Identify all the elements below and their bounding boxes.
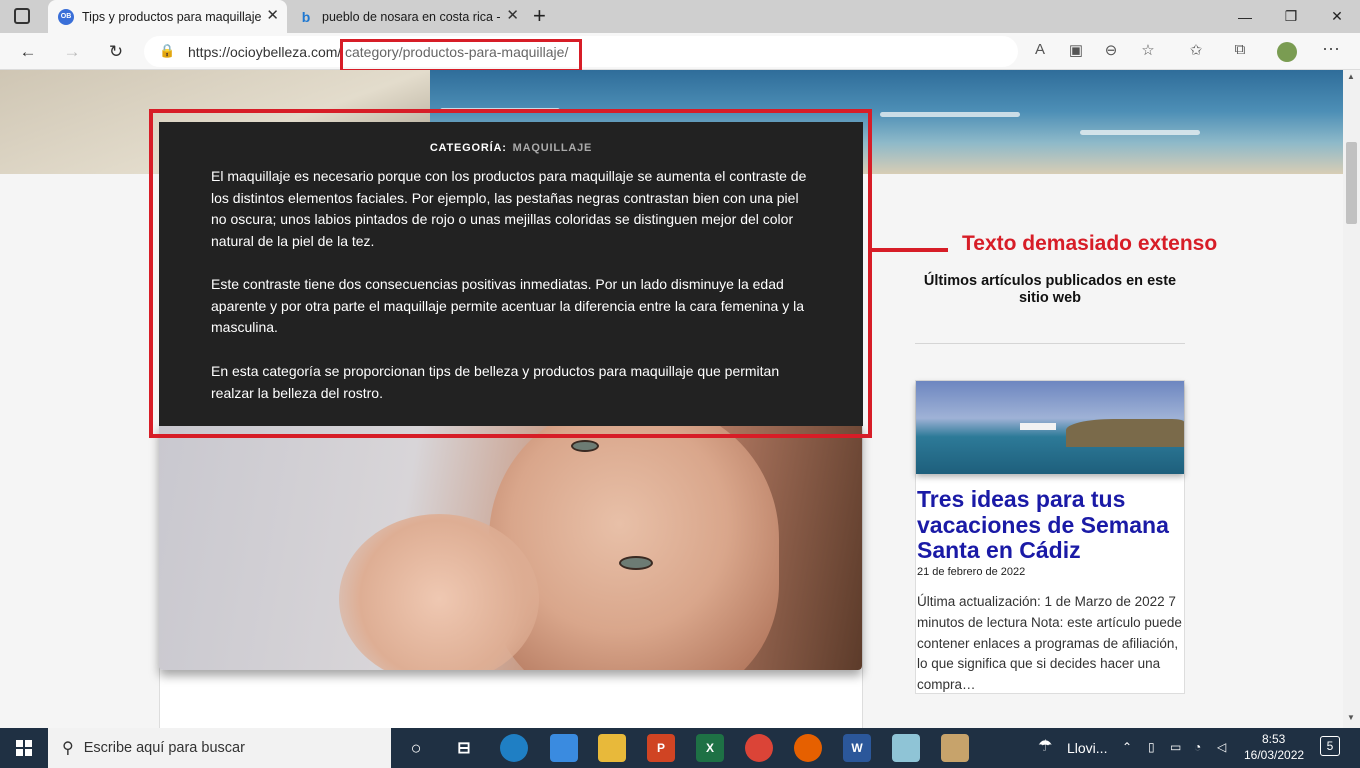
- paint-icon[interactable]: [941, 734, 969, 762]
- battery-icon[interactable]: ▭: [1170, 740, 1181, 754]
- add-favorite-icon[interactable]: ☆: [1135, 41, 1161, 59]
- annotation-highlight-box: [149, 109, 872, 438]
- weather-icon[interactable]: ☂: [1038, 736, 1052, 756]
- annotation-connector-line: [872, 248, 948, 252]
- file-explorer-icon[interactable]: [598, 734, 626, 762]
- post-title-link[interactable]: Tres ideas para tus vacaciones de Semana…: [917, 486, 1182, 564]
- post-thumbnail[interactable]: [916, 381, 1184, 474]
- url-host: https://ocioybelleza.com/: [188, 44, 342, 60]
- notifications-icon[interactable]: 5: [1320, 736, 1340, 756]
- post-excerpt: Última actualización: 1 de Marzo de 2022…: [917, 594, 1182, 693]
- taskbar-search-box[interactable]: ⚲ Escribe aquí para buscar: [48, 728, 391, 768]
- read-aloud-icon[interactable]: A: [1027, 41, 1053, 58]
- search-placeholder: Escribe aquí para buscar: [83, 740, 245, 756]
- url-highlight-box: [340, 39, 582, 72]
- firefox-icon[interactable]: [794, 734, 822, 762]
- clock-date[interactable]: 16/03/2022: [1244, 748, 1304, 762]
- eye-right: [571, 440, 599, 452]
- hand-shape: [339, 514, 539, 670]
- profile-avatar[interactable]: [1277, 42, 1297, 62]
- address-bar[interactable]: 🔒 https://ocioybelleza.com/ category/pro…: [144, 36, 1045, 72]
- face-shape: [489, 424, 779, 670]
- word-icon[interactable]: W: [843, 734, 871, 762]
- more-menu-icon[interactable]: ⋯: [1318, 39, 1344, 60]
- search-icon: ⚲: [62, 740, 74, 757]
- ocioybelleza-favicon-icon: OB: [58, 8, 74, 25]
- post-date: 21 de febrero de 2022: [917, 566, 1026, 578]
- notification-count: 5: [1326, 739, 1334, 753]
- windows-taskbar: ⚲ Escribe aquí para buscar ○ ⊟ P X W ☂ L…: [0, 728, 1360, 768]
- favorites-icon[interactable]: ✩: [1183, 41, 1209, 59]
- tab-nosara[interactable]: b pueblo de nosara en costa rica - ✕: [288, 0, 527, 33]
- close-tab-icon[interactable]: ✕: [266, 8, 279, 24]
- clock-time[interactable]: 8:53: [1262, 732, 1285, 746]
- browser-toolbar: ← → ↻ 🔒 https://ocioybelleza.com/ catego…: [0, 33, 1360, 72]
- tab-strip: OB Tips y productos para maquillaje ✕ b …: [0, 0, 1360, 33]
- edge-icon[interactable]: [500, 734, 528, 762]
- weather-text[interactable]: Llovi...: [1067, 740, 1107, 756]
- tab-title: pueblo de nosara en costa rica -: [322, 9, 501, 24]
- page-scrollbar[interactable]: ▲ ▼: [1343, 70, 1360, 728]
- sidebar-divider: [915, 343, 1185, 344]
- tab-actions-icon[interactable]: [14, 8, 30, 24]
- bing-favicon-icon: b: [301, 8, 311, 25]
- task-view-icon[interactable]: ⊟: [450, 734, 478, 762]
- immersive-reader-icon[interactable]: ▣: [1063, 41, 1089, 59]
- wave: [880, 112, 1020, 117]
- wifi-icon[interactable]: ◔: [1194, 740, 1201, 754]
- collections-icon[interactable]: ⧉: [1227, 41, 1253, 58]
- close-window-button[interactable]: ✕: [1314, 0, 1360, 33]
- model-face-photo: [159, 424, 862, 670]
- chrome-icon[interactable]: [745, 734, 773, 762]
- forward-icon[interactable]: →: [57, 37, 87, 67]
- eye-left: [619, 556, 653, 570]
- volume-icon[interactable]: ◁: [1217, 740, 1226, 754]
- zoom-out-icon[interactable]: ⊖: [1098, 41, 1124, 59]
- web-page: CATEGORÍA: MAQUILLAJE El maquillaje es ne…: [0, 70, 1343, 728]
- wave: [1080, 130, 1200, 135]
- tab-title: Tips y productos para maquillaje: [82, 9, 262, 24]
- close-tab-icon[interactable]: ✕: [506, 8, 519, 24]
- powerpoint-icon[interactable]: P: [647, 734, 675, 762]
- sidebar-title: Últimos artículos publicados en este sit…: [923, 273, 1177, 306]
- new-tab-button[interactable]: +: [533, 3, 546, 29]
- lock-icon[interactable]: 🔒: [159, 43, 175, 59]
- back-icon[interactable]: ←: [13, 37, 43, 67]
- scrollbar-thumb[interactable]: [1346, 142, 1357, 224]
- notepad-icon[interactable]: [892, 734, 920, 762]
- refresh-icon[interactable]: ↻: [101, 37, 131, 67]
- minimize-button[interactable]: ―: [1222, 0, 1268, 33]
- cortana-icon[interactable]: ○: [402, 734, 430, 762]
- excel-icon[interactable]: X: [696, 734, 724, 762]
- coast-rocks: [1066, 419, 1184, 447]
- scroll-down-icon[interactable]: ▼: [1347, 713, 1355, 722]
- show-hidden-icons-icon[interactable]: ⌃: [1122, 740, 1132, 754]
- post-card: Tres ideas para tus vacaciones de Semana…: [915, 380, 1185, 694]
- scroll-up-icon[interactable]: ▲: [1347, 72, 1355, 81]
- tab-maquillaje[interactable]: OB Tips y productos para maquillaje ✕: [48, 0, 287, 33]
- restore-button[interactable]: ❐: [1268, 0, 1314, 33]
- usb-icon[interactable]: ▯: [1148, 740, 1155, 754]
- annotation-label: Texto demasiado extenso: [962, 232, 1218, 255]
- store-icon[interactable]: [550, 734, 578, 762]
- ferry-boat: [1020, 423, 1056, 430]
- windows-start-icon[interactable]: [16, 740, 32, 756]
